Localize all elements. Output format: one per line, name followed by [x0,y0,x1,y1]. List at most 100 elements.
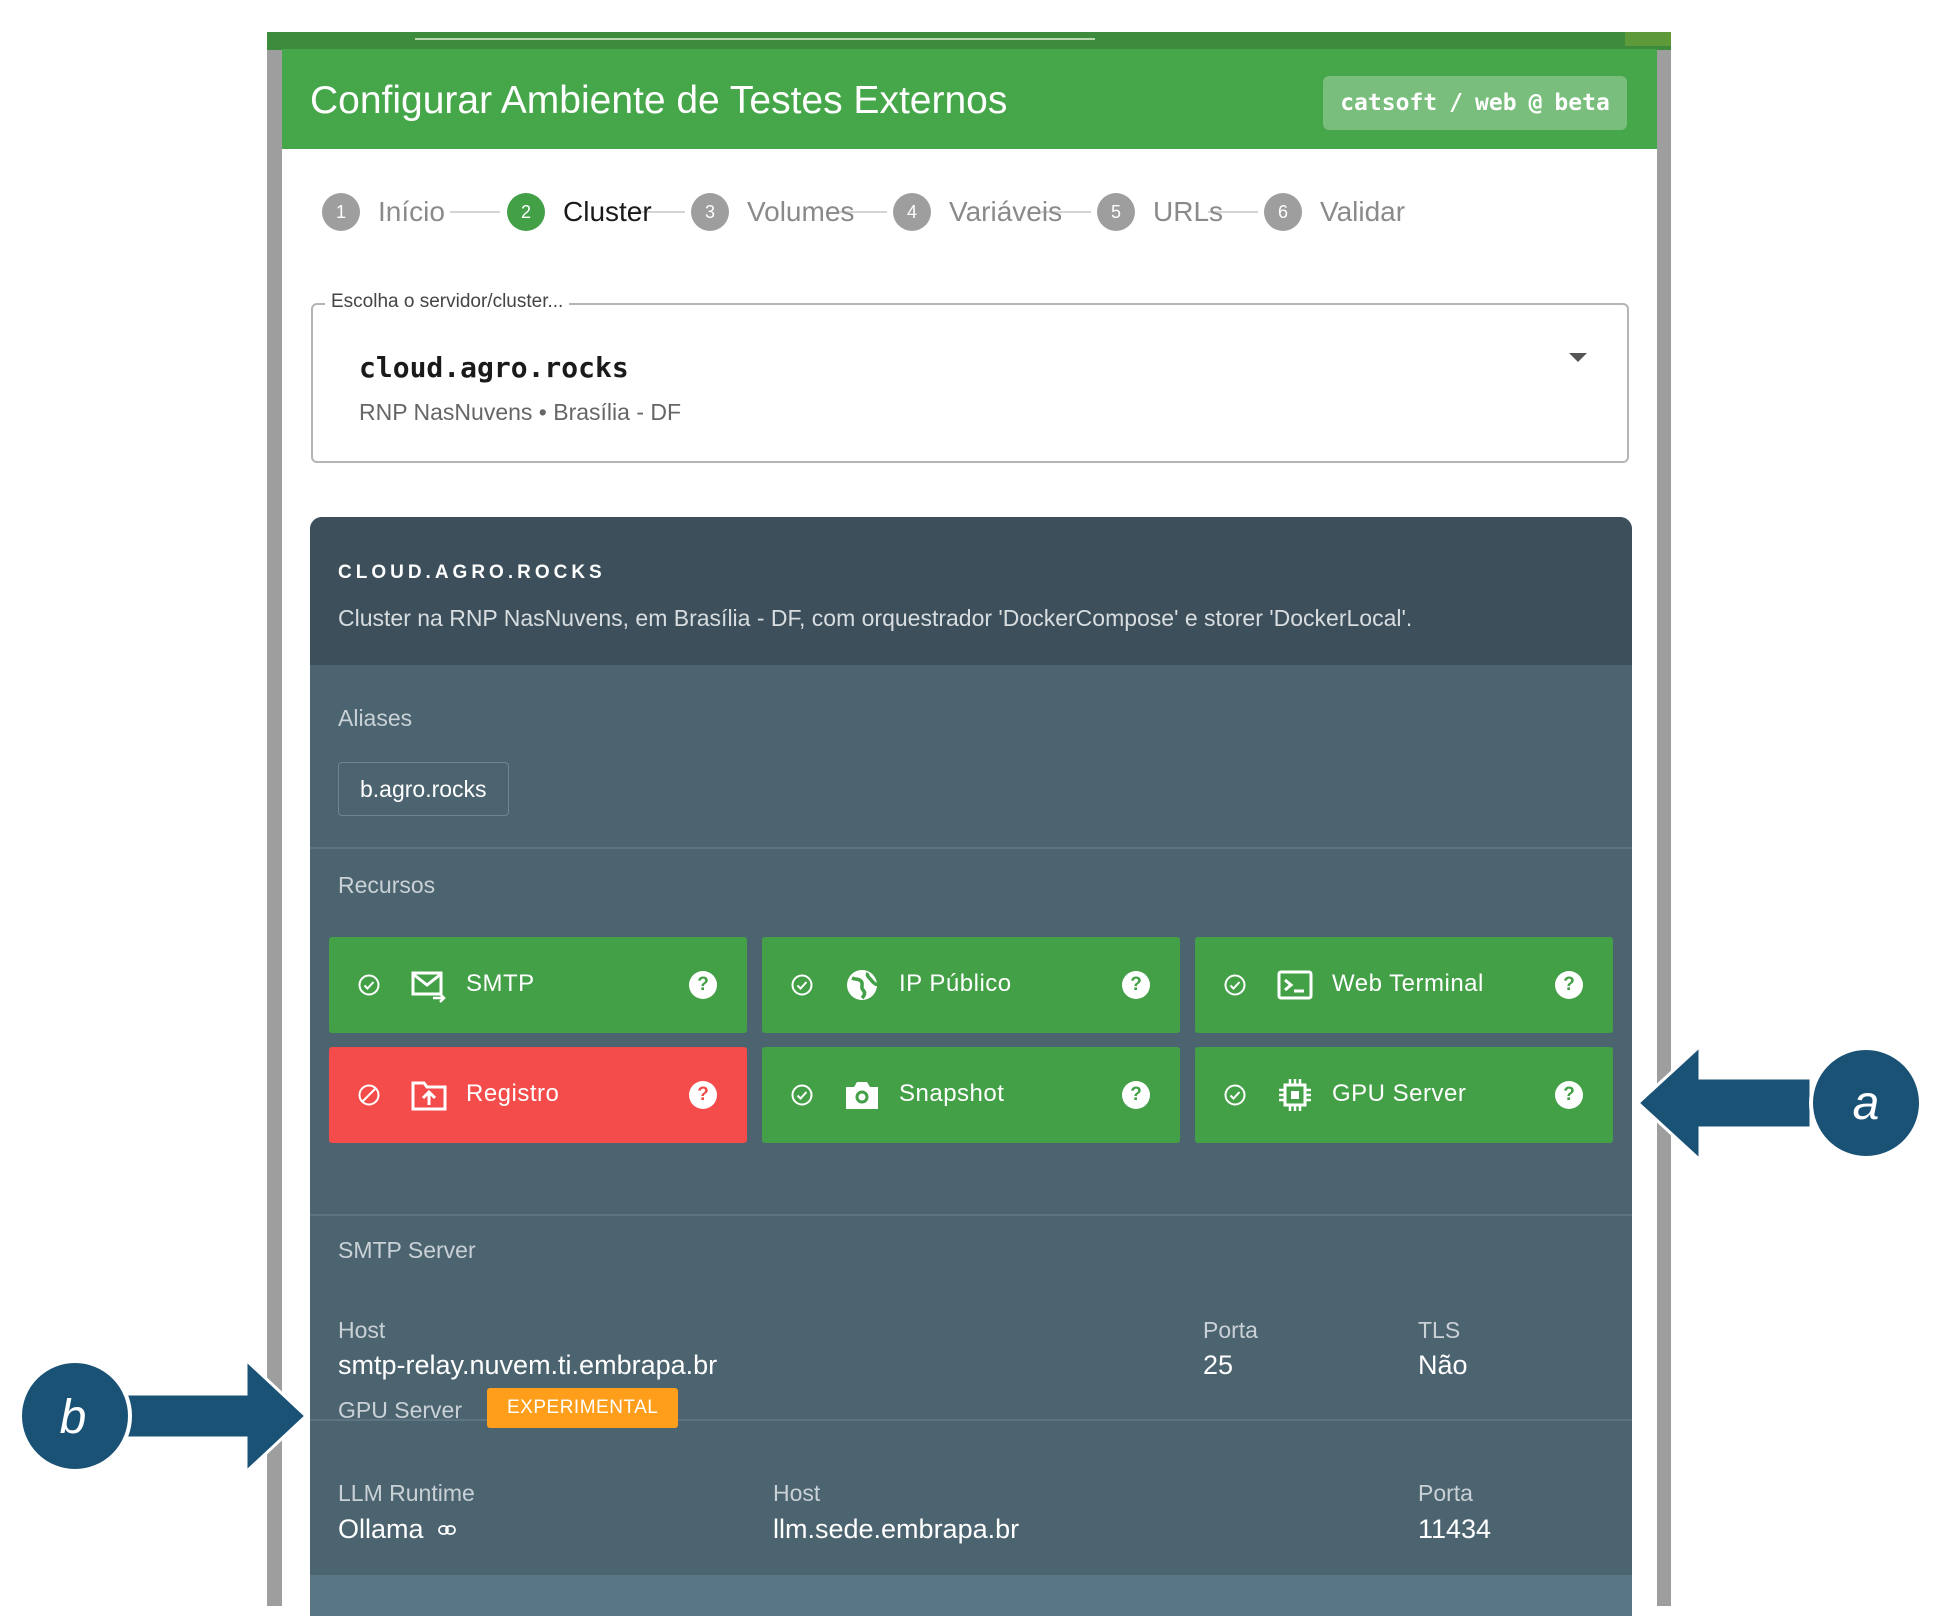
resource-smtp[interactable]: SMTP ? [329,937,747,1033]
step-number: 1 [322,193,360,231]
smtp-host-label: Host [338,1317,386,1343]
resource-snapshot[interactable]: Snapshot ? [762,1047,1180,1143]
wizard-stepper: 1 Início 2 Cluster 3 Volumes 4 Variáveis… [322,189,1622,235]
cluster-select-value: cloud.agro.rocks [359,351,629,384]
help-icon[interactable]: ? [1122,971,1150,999]
section-divider [310,1214,1632,1216]
resource-label: IP Público [899,970,1012,997]
window-frame-top [267,32,1671,50]
resource-label: Snapshot [899,1080,1005,1107]
step-number: 2 [507,193,545,231]
window-frame-corner [1625,32,1671,46]
smtp-port-value: 25 [1203,1350,1234,1380]
camera-icon [846,1082,878,1109]
gpu-host-value: llm.sede.embrapa.br [773,1514,1020,1544]
config-dialog: Configurar Ambiente de Testes Externos c… [282,49,1657,1616]
resource-label: Registro [466,1080,560,1107]
resources-label: Recursos [338,872,436,898]
cluster-card-description: Cluster na RNP NasNuvens, em Brasília - … [338,605,1413,631]
gpu-port-value: 11434 [1418,1514,1492,1544]
step-number: 6 [1264,193,1302,231]
help-icon[interactable]: ? [689,1081,717,1109]
resource-registro[interactable]: Registro ? [329,1047,747,1143]
step-label: URLs [1153,196,1224,227]
aliases-label: Aliases [338,705,413,731]
smtp-port-label: Porta [1203,1317,1258,1343]
project-repo: web [1475,90,1517,116]
resource-web-terminal[interactable]: Web Terminal ? [1195,937,1613,1033]
smtp-tls-label: TLS [1418,1317,1461,1343]
dropdown-caret-icon[interactable] [1569,353,1587,362]
check-circle-icon [358,974,380,996]
email-send-icon [411,971,446,1003]
gpu-section-label: GPU Server [338,1397,462,1423]
step-label: Variáveis [949,196,1063,227]
folder-upload-icon [411,1081,447,1111]
block-icon [358,1084,380,1106]
step-connector [450,211,500,213]
help-icon[interactable]: ? [1555,971,1583,999]
cluster-select-subtitle: RNP NasNuvens • Brasília - DF [359,399,682,425]
gpu-host-label: Host [773,1480,821,1506]
alias-chip: b.agro.rocks [338,762,509,816]
callout-a-arrow [1636,1042,1813,1164]
smtp-section-label: SMTP Server [338,1237,476,1263]
gpu-runtime-value: Ollama [338,1514,456,1545]
check-circle-icon [1224,1084,1246,1106]
card-footer-strip [310,1575,1632,1616]
smtp-host-value: smtp-relay.nuvem.ti.embrapa.br [338,1350,718,1380]
terminal-icon [1277,970,1313,1000]
help-icon[interactable]: ? [1555,1081,1583,1109]
step-number: 3 [691,193,729,231]
gpu-port-label: Porta [1418,1480,1473,1506]
cluster-details-card: CLOUD.AGRO.ROCKS Cluster na RNP NasNuven… [310,517,1632,1616]
step-label: Cluster [563,196,652,227]
step-cluster[interactable]: 2 Cluster [507,189,652,235]
step-volumes[interactable]: 3 Volumes [691,189,854,235]
gpu-runtime-text: Ollama [338,1514,424,1544]
project-chip: catsoft / web @ beta [1323,76,1627,130]
callout-a: a [1636,1042,1923,1164]
globe-icon [847,970,879,1000]
callout-b-arrow [116,1356,309,1476]
callout-a-letter: a [1853,1077,1880,1130]
step-urls[interactable]: 5 URLs [1097,189,1223,235]
help-icon[interactable]: ? [1122,1081,1150,1109]
project-org: catsoft [1340,90,1438,116]
resource-gpu-server[interactable]: GPU Server ? [1195,1047,1613,1143]
project-sep-slash: / [1449,90,1463,116]
cluster-card-title: CLOUD.AGRO.ROCKS [338,562,606,583]
project-sep-at: @ [1528,90,1543,116]
smtp-tls-value: Não [1418,1350,1468,1380]
check-circle-icon [791,1084,813,1106]
dialog-title: Configurar Ambiente de Testes Externos [310,79,1008,122]
check-circle-icon [791,974,813,996]
resource-label: SMTP [466,970,535,997]
check-circle-icon [1224,974,1246,996]
step-validar[interactable]: 6 Validar [1264,189,1405,235]
cluster-select-legend: Escolha o servidor/cluster... [325,291,570,313]
step-number: 4 [893,193,931,231]
help-icon[interactable]: ? [689,971,717,999]
step-variaveis[interactable]: 4 Variáveis [893,189,1062,235]
step-inicio[interactable]: 1 Início [322,189,445,235]
step-label: Volumes [747,196,855,227]
dialog-header: Configurar Ambiente de Testes Externos c… [282,49,1657,149]
section-divider [310,847,1632,849]
gpu-runtime-label: LLM Runtime [338,1480,475,1506]
callout-b-letter: b [60,1391,87,1444]
experimental-badge: EXPERIMENTAL [487,1388,679,1428]
resource-label: Web Terminal [1332,970,1484,997]
chip-icon [1279,1079,1311,1111]
link-icon[interactable] [437,1524,456,1535]
window-frame-line [415,38,1095,40]
cluster-card-header: CLOUD.AGRO.ROCKS Cluster na RNP NasNuven… [310,517,1632,665]
cluster-select[interactable]: Escolha o servidor/cluster... cloud.agro… [311,291,1629,463]
project-branch: beta [1554,90,1610,116]
resource-label: GPU Server [1332,1080,1467,1107]
resource-ip-publico[interactable]: IP Público ? [762,937,1180,1033]
callout-b: b [18,1356,309,1476]
step-label: Validar [1320,196,1406,227]
step-label: Início [378,196,445,227]
step-number: 5 [1097,193,1135,231]
